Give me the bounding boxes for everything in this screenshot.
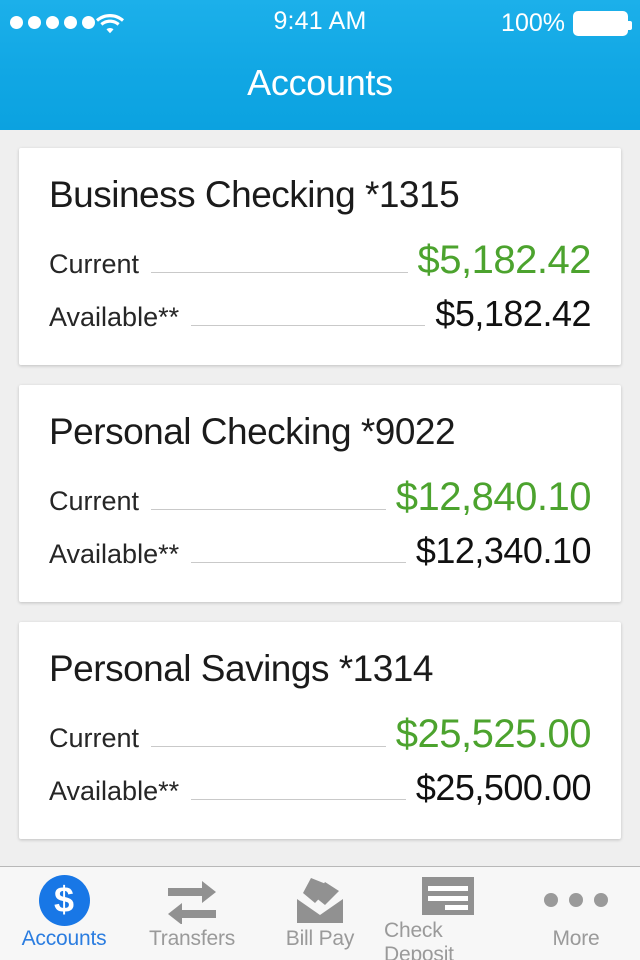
current-balance-value: $25,525.00: [395, 712, 592, 756]
page-title: Accounts: [247, 62, 393, 103]
leader-rule: [191, 562, 406, 563]
account-card[interactable]: Business Checking *1315 Current $5,182.4…: [19, 148, 621, 365]
dollar-circle-icon: $: [32, 874, 96, 926]
available-balance-row: Available** $25,500.00: [49, 767, 592, 809]
tab-label-check-deposit: Check Deposit: [384, 919, 454, 960]
available-balance-value: $5,182.42: [435, 293, 591, 334]
ellipsis-icon: [544, 874, 608, 926]
available-balance-label: Available**: [49, 776, 180, 806]
current-balance-value: $12,840.10: [395, 475, 592, 519]
app-screen: 9:41 AM 100% Accounts Business Checking …: [0, 0, 640, 960]
current-balance-row: Current $5,182.42: [49, 238, 592, 283]
available-balance-row: Available** $12,340.10: [49, 530, 592, 572]
current-balance-label: Current: [49, 723, 140, 753]
leader-rule: [151, 509, 386, 510]
battery-full-icon: [573, 11, 632, 36]
account-name: Personal Savings *1314: [49, 648, 433, 689]
nav-header: 9:41 AM 100% Accounts: [0, 0, 640, 130]
tab-more[interactable]: More: [512, 867, 640, 960]
account-list[interactable]: Business Checking *1315 Current $5,182.4…: [0, 130, 640, 866]
current-balance-row: Current $12,840.10: [49, 475, 592, 520]
available-balance-value: $25,500.00: [415, 767, 592, 808]
battery-percent-label: 100%: [501, 9, 565, 37]
current-balance-row: Current $25,525.00: [49, 712, 592, 757]
account-card[interactable]: Personal Savings *1314 Current $25,525.0…: [19, 622, 621, 839]
leader-rule: [151, 272, 408, 273]
tab-label-accounts: Accounts: [21, 927, 107, 950]
leader-rule: [151, 746, 386, 747]
tab-label-bill-pay: Bill Pay: [285, 927, 355, 950]
current-balance-label: Current: [49, 486, 140, 516]
bottom-tab-bar: $ Accounts Transfers Bill Pay Check Depo…: [0, 866, 640, 960]
available-balance-value: $12,340.10: [415, 530, 592, 571]
current-balance-label: Current: [49, 249, 140, 279]
account-name: Business Checking *1315: [49, 174, 460, 215]
envelope-check-icon: [288, 874, 352, 926]
status-bar: 9:41 AM 100%: [0, 0, 640, 40]
current-balance-value: $5,182.42: [417, 238, 592, 282]
tab-label-more: More: [552, 927, 600, 950]
available-balance-label: Available**: [49, 539, 180, 569]
available-balance-label: Available**: [49, 302, 180, 332]
account-name: Personal Checking *9022: [49, 411, 456, 452]
tab-bill-pay[interactable]: Bill Pay: [256, 867, 384, 960]
leader-rule: [191, 799, 406, 800]
tab-accounts[interactable]: $ Accounts: [0, 867, 128, 960]
available-balance-row: Available** $5,182.42: [49, 293, 591, 335]
battery-status: 100%: [501, 9, 632, 38]
tab-label-transfers: Transfers: [148, 927, 236, 950]
transfer-arrows-icon: [160, 874, 224, 926]
tab-check-deposit[interactable]: Check Deposit: [384, 867, 512, 960]
check-document-icon: [416, 874, 480, 918]
tab-transfers[interactable]: Transfers: [128, 867, 256, 960]
account-card[interactable]: Personal Checking *9022 Current $12,840.…: [19, 385, 621, 602]
leader-rule: [191, 325, 426, 326]
